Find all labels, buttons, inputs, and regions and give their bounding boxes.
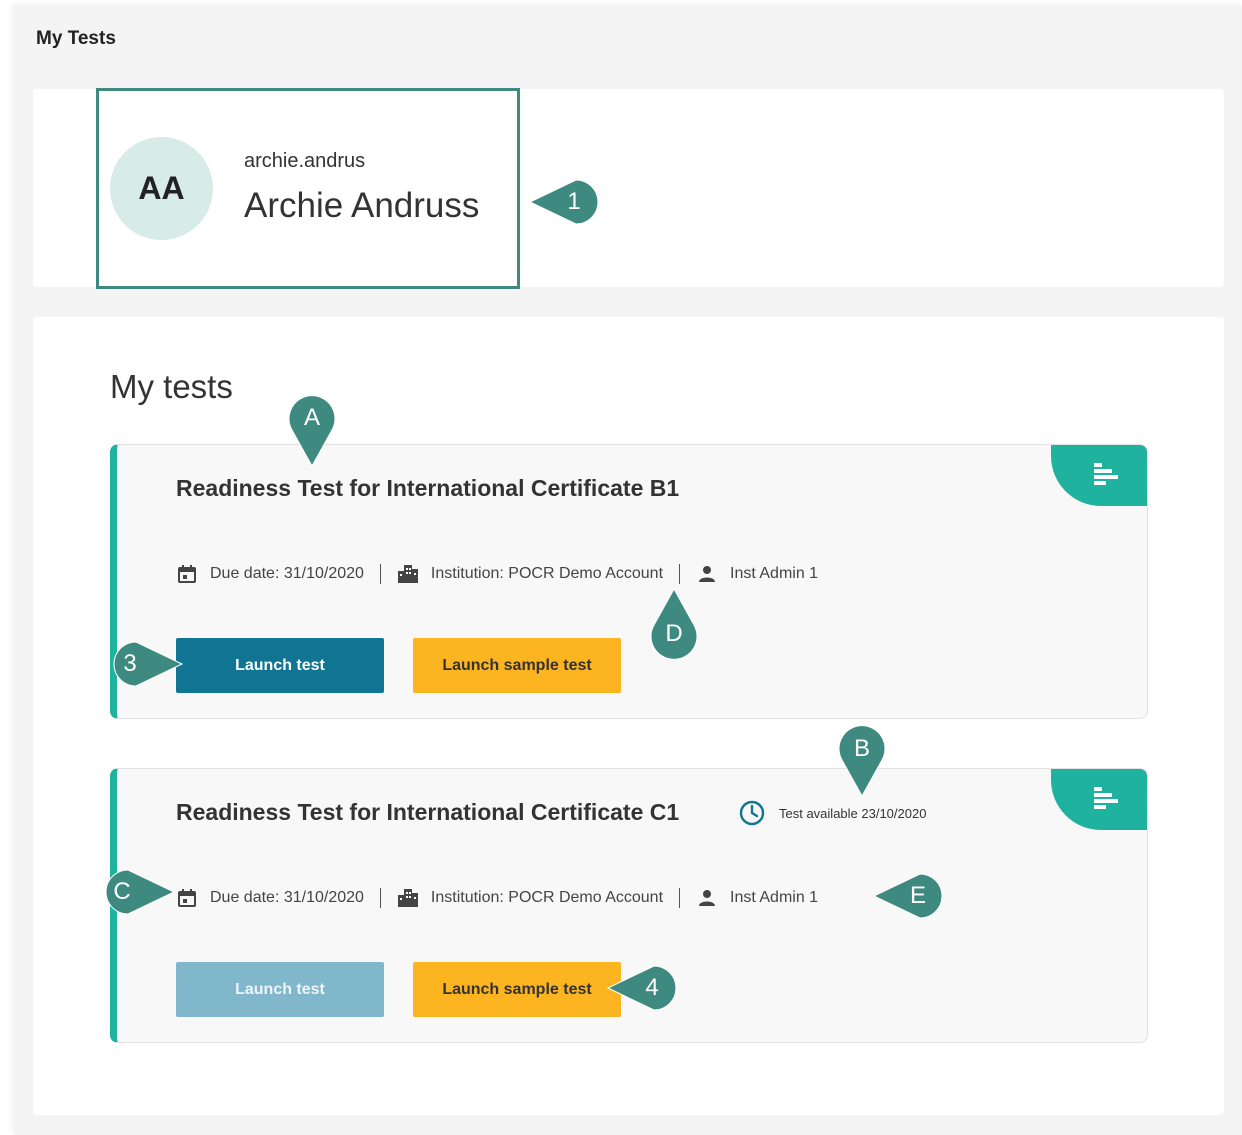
person-icon xyxy=(696,887,718,909)
building-icon xyxy=(397,563,419,585)
launch-test-button[interactable]: Launch test xyxy=(176,962,384,1017)
launch-sample-test-button[interactable]: Launch sample test xyxy=(413,638,621,693)
profile-full-name: Archie Andruss xyxy=(244,186,480,225)
callout-label: C xyxy=(113,878,131,905)
test-title: Readiness Test for International Certifi… xyxy=(176,799,680,825)
due-date: Due date: 31/10/2020 xyxy=(210,889,364,906)
availability-notice: Test available 23/10/2020 xyxy=(739,800,926,826)
divider xyxy=(679,564,681,584)
calendar-icon xyxy=(176,887,198,909)
admin: Inst Admin 1 xyxy=(730,565,819,582)
clock-icon xyxy=(739,800,765,826)
due-date: Due date: 31/10/2020 xyxy=(210,565,364,582)
page-title: My Tests xyxy=(36,28,116,49)
divider xyxy=(679,888,681,908)
profile-username: archie.andrus xyxy=(244,150,366,172)
callout-label: 1 xyxy=(567,188,581,215)
callout-label: E xyxy=(909,882,926,909)
callout-label: A xyxy=(303,404,320,431)
divider xyxy=(379,888,381,908)
test-meta: Due date: 31/10/2020 Institution: POCR D… xyxy=(176,562,818,586)
callout-label: 4 xyxy=(645,974,659,1001)
launch-test-button[interactable]: Launch test xyxy=(176,638,384,693)
avatar: AA xyxy=(110,137,213,240)
person-icon xyxy=(696,563,718,585)
institution: Institution: POCR Demo Account xyxy=(430,889,664,906)
building-icon xyxy=(397,887,419,909)
test-title: Readiness Test for International Certifi… xyxy=(176,475,680,501)
launch-sample-test-button[interactable]: Launch sample test xyxy=(413,962,621,1017)
availability-text: Test available 23/10/2020 xyxy=(779,805,927,821)
bars-icon[interactable] xyxy=(1051,769,1147,830)
bars-icon[interactable] xyxy=(1051,445,1147,506)
institution: Institution: POCR Demo Account xyxy=(430,565,664,582)
calendar-icon xyxy=(176,563,198,585)
test-meta: Due date: 31/10/2020 Institution: POCR D… xyxy=(176,886,818,910)
divider xyxy=(379,564,381,584)
callout-label: 3 xyxy=(123,650,137,677)
callout-label: D xyxy=(665,620,683,647)
section-title: My tests xyxy=(110,368,233,405)
test-card: Readiness Test for International Certifi… xyxy=(110,444,1148,719)
callout-label: B xyxy=(853,735,870,762)
admin: Inst Admin 1 xyxy=(730,889,819,906)
